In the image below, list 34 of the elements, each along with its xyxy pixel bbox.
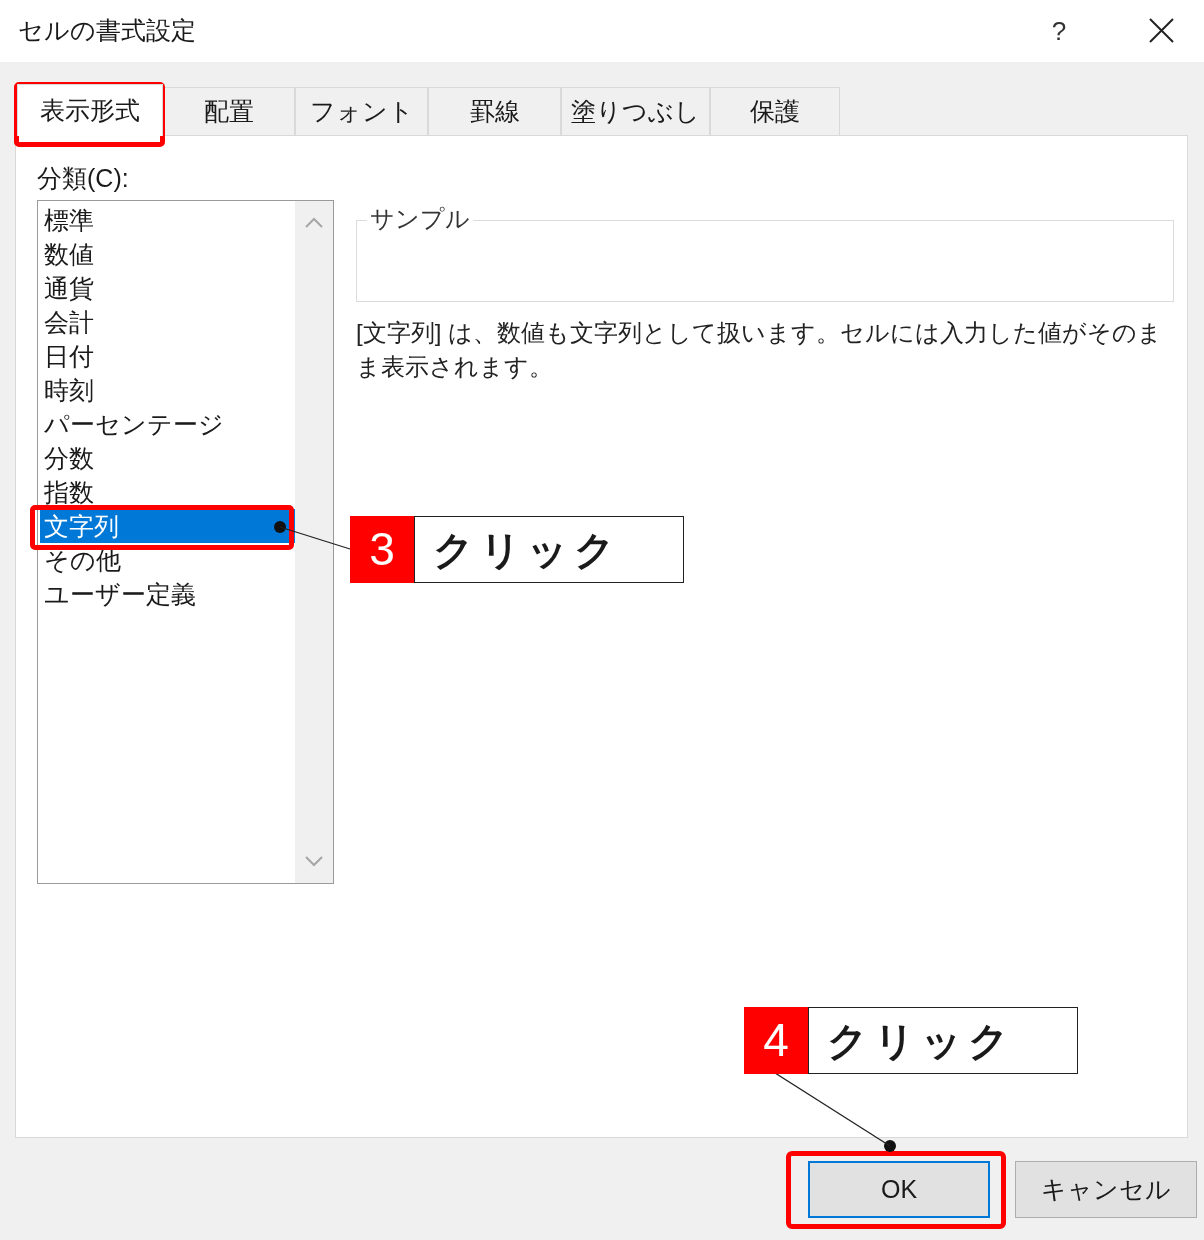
list-item[interactable]: 時刻 bbox=[40, 373, 295, 407]
sample-legend: サンプル bbox=[367, 204, 473, 234]
close-icon[interactable] bbox=[1149, 18, 1174, 43]
callout-label: クリック bbox=[414, 516, 684, 583]
tab[interactable]: 罫線 bbox=[428, 87, 561, 135]
scrollbar[interactable] bbox=[295, 201, 333, 883]
tab[interactable]: 表示形式 bbox=[17, 84, 163, 136]
list-item[interactable]: パーセンテージ bbox=[40, 407, 295, 441]
tab[interactable]: 塗りつぶし bbox=[561, 87, 710, 135]
list-item[interactable]: ユーザー定義 bbox=[40, 577, 295, 611]
category-label: 分類(C): bbox=[37, 163, 130, 194]
tab[interactable]: フォント bbox=[295, 87, 428, 135]
window-title: セルの書式設定 bbox=[18, 15, 196, 47]
callout-label: クリック bbox=[808, 1007, 1078, 1074]
category-listbox[interactable]: 標準 数値 通貨 会計 日付 時刻 パーセンテージ 分数 指数 文字列 その他 ユーザー定義 bbox=[37, 200, 334, 884]
chevron-up-icon[interactable] bbox=[305, 217, 323, 228]
list-item[interactable]: 文字列 bbox=[40, 509, 295, 543]
description-text: [文字列] は、数値も文字列として扱います。セルには入力した値がそのまま表示されます。 bbox=[356, 318, 1163, 382]
list-item[interactable]: 分数 bbox=[40, 441, 295, 475]
step-number: 4 bbox=[744, 1007, 808, 1074]
list-item[interactable]: 数値 bbox=[40, 237, 295, 271]
list-item[interactable]: その他 bbox=[40, 543, 295, 577]
list-item[interactable]: 日付 bbox=[40, 339, 295, 373]
step-number: 3 bbox=[350, 516, 414, 583]
tab[interactable]: 保護 bbox=[710, 87, 840, 135]
chevron-down-icon[interactable] bbox=[305, 856, 323, 867]
list-item[interactable]: 標準 bbox=[40, 203, 295, 237]
tab[interactable]: 配置 bbox=[163, 87, 295, 135]
dialog-button[interactable]: OK bbox=[808, 1161, 990, 1218]
dialog-button[interactable]: キャンセル bbox=[1015, 1161, 1197, 1218]
list-item[interactable]: 会計 bbox=[40, 305, 295, 339]
help-button[interactable]: ? bbox=[1046, 12, 1072, 50]
list-item[interactable]: 通貨 bbox=[40, 271, 295, 305]
list-item[interactable]: 指数 bbox=[40, 475, 295, 509]
